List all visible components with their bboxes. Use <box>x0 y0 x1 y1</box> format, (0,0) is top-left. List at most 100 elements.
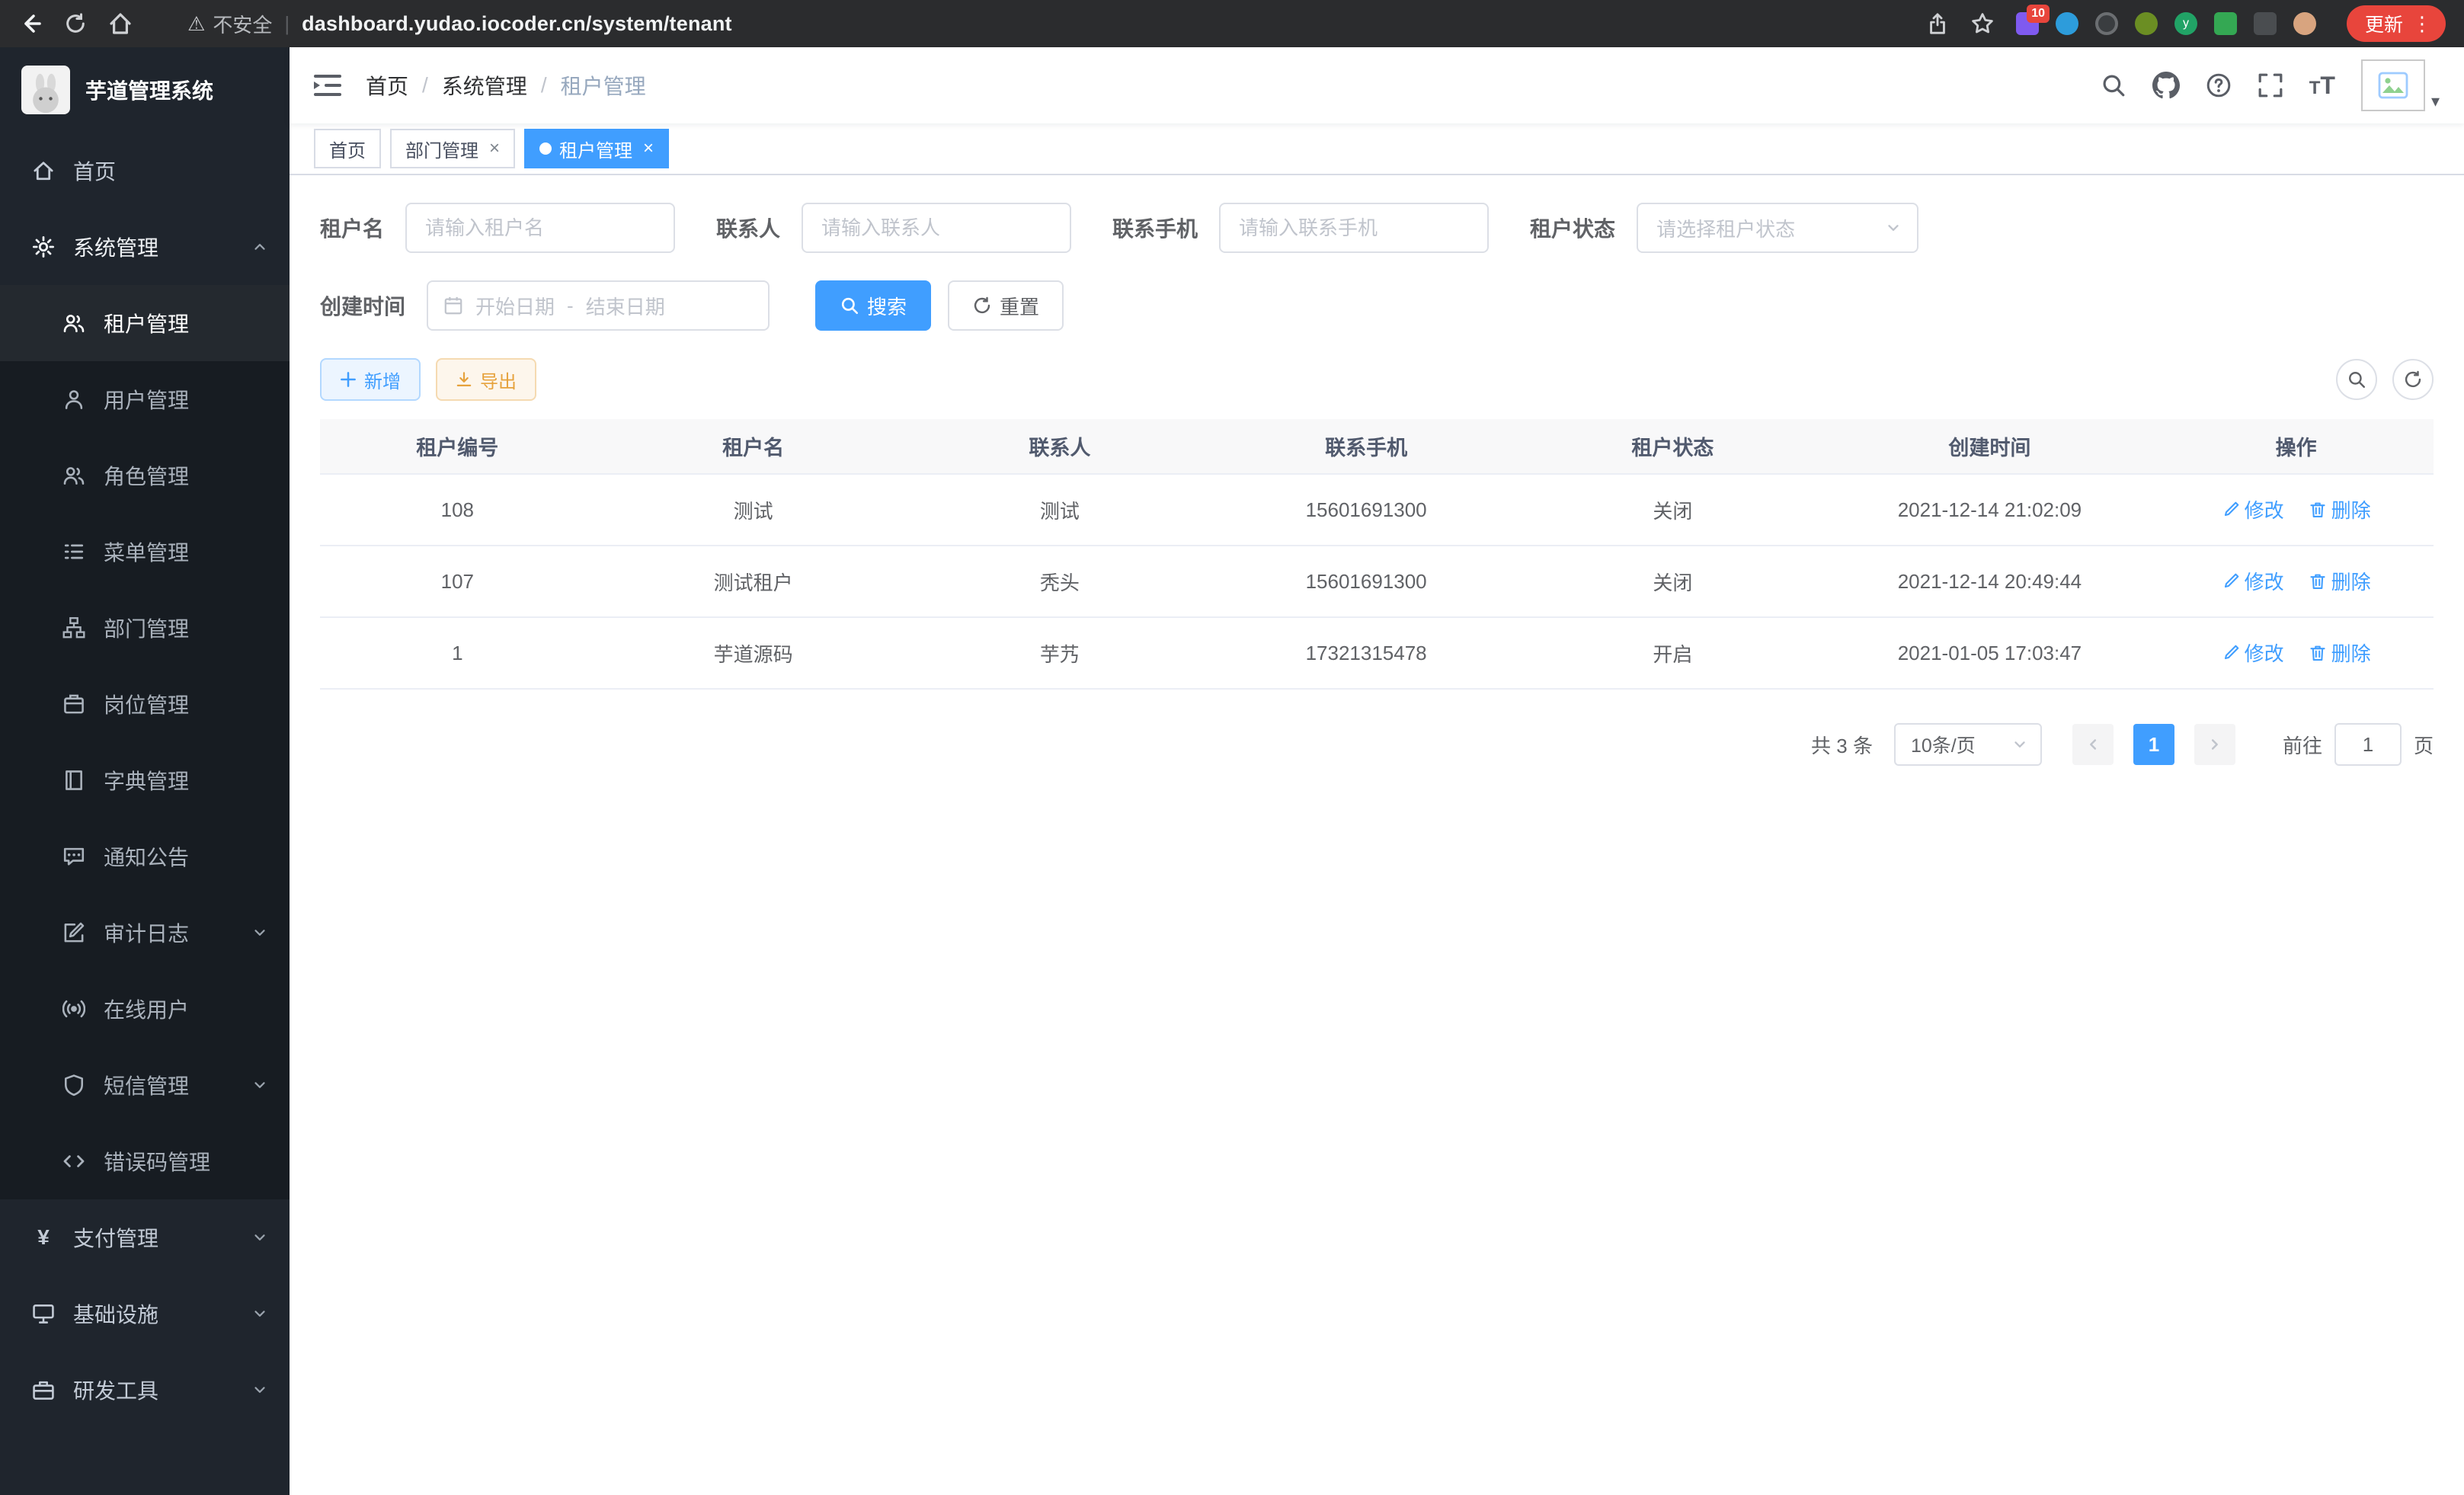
start-date-placeholder: 开始日期 <box>475 292 555 320</box>
chevron-down-icon <box>251 1381 268 1398</box>
page-size-value: 10条/页 <box>1911 731 1976 758</box>
extension-icon[interactable] <box>2056 12 2078 35</box>
sidebar-item-label: 基础设施 <box>73 1298 158 1329</box>
reload-button[interactable] <box>64 12 87 35</box>
sidebar-item-notice[interactable]: 通知公告 <box>0 818 290 895</box>
select-placeholder: 请选择租户状态 <box>1656 214 1795 242</box>
url-text[interactable]: dashboard.yudao.iocoder.cn/system/tenant <box>302 12 732 36</box>
edit-button[interactable]: 修改 <box>2222 639 2284 667</box>
sidebar-item-audit-log[interactable]: 审计日志 <box>0 895 290 971</box>
bookmark-star-icon[interactable] <box>1970 11 1995 36</box>
address-bar[interactable]: ⚠ 不安全 | dashboard.yudao.iocoder.cn/syste… <box>187 10 732 38</box>
goto-page-input[interactable] <box>2334 723 2402 766</box>
tab-label: 部门管理 <box>405 136 478 162</box>
table-body: 108测试测试15601691300关闭2021-12-14 21:02:09修… <box>320 474 2434 689</box>
extension-icon[interactable]: y <box>2174 12 2197 35</box>
fullscreen-icon[interactable] <box>2258 72 2283 98</box>
sidebar-item-system[interactable]: 系统管理 <box>0 209 290 285</box>
sidebar-item-label: 通知公告 <box>104 841 189 872</box>
sidebar-item-online-users[interactable]: 在线用户 <box>0 971 290 1047</box>
breadcrumb-home[interactable]: 首页 <box>366 70 408 101</box>
refresh-table-button[interactable] <box>2392 359 2434 400</box>
security-warning[interactable]: ⚠ 不安全 <box>187 10 272 38</box>
sidebar-item-label: 错误码管理 <box>104 1146 210 1176</box>
chevron-down-icon <box>251 924 268 941</box>
tab-home[interactable]: 首页 <box>314 129 381 168</box>
sidebar-item-label: 在线用户 <box>104 994 189 1024</box>
page-size-select[interactable]: 10条/页 <box>1894 723 2042 766</box>
column-header-contact: 联系人 <box>912 419 1208 474</box>
home-button[interactable] <box>108 11 133 36</box>
sidebar-item-payment[interactable]: ¥ 支付管理 <box>0 1199 290 1276</box>
tab-tenant[interactable]: 租户管理 × <box>524 129 669 168</box>
sidebar-item-dev-tools[interactable]: 研发工具 <box>0 1352 290 1428</box>
table-row: 107测试租户秃头15601691300关闭2021-12-14 20:49:4… <box>320 546 2434 617</box>
cell-actions: 修改删除 <box>2158 617 2434 689</box>
close-icon[interactable]: × <box>643 138 654 159</box>
user-icon <box>62 388 85 411</box>
sidebar-item-post[interactable]: 岗位管理 <box>0 666 290 742</box>
sidebar-item-infrastructure[interactable]: 基础设施 <box>0 1276 290 1352</box>
sidebar-item-home[interactable]: 首页 <box>0 133 290 209</box>
column-header-name: 租户名 <box>595 419 912 474</box>
extension-icon[interactable] <box>2214 12 2237 35</box>
sidebar-item-label: 岗位管理 <box>104 689 189 719</box>
extensions-cluster: 10 y <box>2016 12 2316 35</box>
sidebar-item-user[interactable]: 用户管理 <box>0 361 290 437</box>
tab-dept[interactable]: 部门管理 × <box>390 129 515 168</box>
tenant-status-select[interactable]: 请选择租户状态 <box>1637 203 1918 253</box>
update-button[interactable]: 更新 ⋮ <box>2347 5 2446 42</box>
contact-input[interactable] <box>802 203 1071 253</box>
edit-button[interactable]: 修改 <box>2222 495 2284 523</box>
sidebar-item-dept[interactable]: 部门管理 <box>0 590 290 666</box>
github-icon[interactable] <box>2152 72 2180 99</box>
extension-icon[interactable] <box>2135 12 2158 35</box>
reset-button[interactable]: 重置 <box>948 280 1064 331</box>
phone-label: 联系手机 <box>1112 213 1198 243</box>
search-button[interactable]: 搜索 <box>815 280 931 331</box>
edit-button[interactable]: 修改 <box>2222 567 2284 595</box>
browser-menu-icon[interactable]: ⋮ <box>2412 12 2432 36</box>
sidebar-item-dict[interactable]: 字典管理 <box>0 742 290 818</box>
prev-page-button[interactable] <box>2072 724 2114 765</box>
tenant-name-input[interactable] <box>405 203 675 253</box>
chevron-down-icon <box>251 1077 268 1093</box>
phone-input[interactable] <box>1219 203 1489 253</box>
sidebar-menu: 首页 系统管理 租户管理 用户管理 角色管理 <box>0 133 290 1495</box>
toggle-search-button[interactable] <box>2336 359 2377 400</box>
search-icon[interactable] <box>2101 72 2126 98</box>
delete-button[interactable]: 删除 <box>2309 639 2371 667</box>
cell-phone: 15601691300 <box>1208 546 1525 617</box>
sidebar-item-menu[interactable]: 菜单管理 <box>0 514 290 590</box>
sidebar-item-error-code[interactable]: 错误码管理 <box>0 1123 290 1199</box>
extension-icon[interactable] <box>2293 12 2316 35</box>
delete-button[interactable]: 删除 <box>2309 495 2371 523</box>
goto-label: 前往 <box>2283 731 2322 759</box>
delete-button[interactable]: 删除 <box>2309 567 2371 595</box>
delete-icon <box>2309 501 2327 519</box>
sidebar-item-sms[interactable]: 短信管理 <box>0 1047 290 1123</box>
extension-icon[interactable] <box>2254 12 2277 35</box>
sidebar-item-role[interactable]: 角色管理 <box>0 437 290 514</box>
export-button[interactable]: 导出 <box>436 358 536 401</box>
page-unit-label: 页 <box>2414 731 2434 759</box>
font-size-icon[interactable]: TT <box>2309 72 2335 100</box>
table-row: 1芋道源码芋艿17321315478开启2021-01-05 17:03:47修… <box>320 617 2434 689</box>
chat-bubble-icon <box>62 845 85 868</box>
close-icon[interactable]: × <box>489 138 500 159</box>
extension-icon[interactable] <box>2095 12 2118 35</box>
next-page-button[interactable] <box>2194 724 2235 765</box>
cell-id: 1 <box>320 617 595 689</box>
user-avatar[interactable]: ▾ <box>2361 59 2440 111</box>
breadcrumb-system[interactable]: 系统管理 <box>442 70 527 101</box>
add-button[interactable]: 新增 <box>320 358 421 401</box>
briefcase-icon <box>62 693 85 715</box>
back-button[interactable] <box>18 11 43 36</box>
share-icon[interactable] <box>1926 12 1949 35</box>
page-1-button[interactable]: 1 <box>2133 724 2174 765</box>
help-icon[interactable] <box>2206 72 2232 98</box>
hamburger-icon[interactable] <box>314 73 341 98</box>
extension-icon[interactable]: 10 <box>2016 12 2039 35</box>
create-time-range[interactable]: 开始日期 - 结束日期 <box>427 280 770 331</box>
sidebar-item-tenant[interactable]: 租户管理 <box>0 285 290 361</box>
